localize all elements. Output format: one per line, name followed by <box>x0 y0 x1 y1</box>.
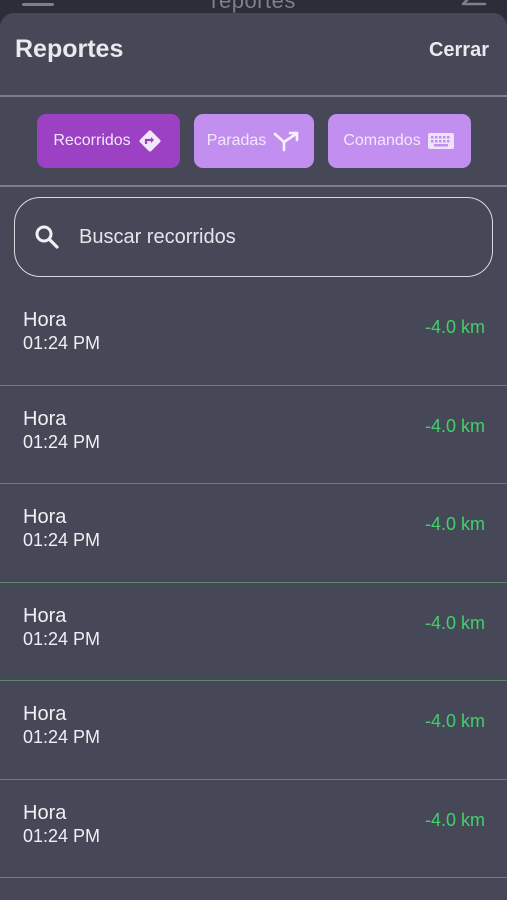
sheet-header: Reportes Cerrar <box>0 13 507 95</box>
header-divider <box>0 95 507 97</box>
directions-icon <box>139 130 161 152</box>
trip-distance: -4.0 km <box>424 415 485 436</box>
tab-comandos[interactable]: Comandos <box>327 114 471 168</box>
trip-distance: -4.0 km <box>424 317 485 337</box>
trip-distance: -4.0 km <box>424 612 485 633</box>
trip-row[interactable]: Hora 01:24 PM -4.0 km <box>0 484 507 583</box>
trip-time: 01:24 PM <box>23 628 101 649</box>
tabs-divider <box>0 185 507 187</box>
search-icon <box>35 225 59 249</box>
trip-distance: -4.0 km <box>424 514 485 534</box>
trip-list: Hora 01:24 PM -4.0 km Hora 01:24 PM -4.0… <box>0 287 507 878</box>
background-title: reportes <box>211 0 296 13</box>
trip-row[interactable]: Hora 01:24 PM -4.0 km <box>0 386 507 484</box>
trip-label: Hora <box>23 407 67 430</box>
trip-row[interactable]: Hora 01:24 PM -4.0 km <box>0 681 507 780</box>
tab-paradas[interactable]: Paradas <box>193 114 314 168</box>
trip-label: Hora <box>23 506 67 528</box>
trip-time: 01:24 PM <box>23 431 101 452</box>
tab-recorridos-label: Recorridos <box>53 132 131 149</box>
trip-row[interactable]: Hora 01:24 PM -4.0 km <box>0 780 507 878</box>
trip-row[interactable]: Hora 01:24 PM -4.0 km <box>0 583 507 681</box>
close-button[interactable]: Cerrar <box>429 39 489 62</box>
trip-time: 01:24 PM <box>23 530 101 550</box>
trip-distance: -4.0 km <box>424 711 485 731</box>
trip-time: 01:24 PM <box>23 825 101 846</box>
search-placeholder: Buscar recorridos <box>79 225 236 248</box>
trip-time: 01:24 PM <box>23 333 101 353</box>
tab-comandos-label: Comandos <box>343 132 421 149</box>
tab-paradas-label: Paradas <box>206 132 267 149</box>
trip-distance: -4.0 km <box>424 809 485 830</box>
report-tabs: Recorridos Paradas Comandos <box>0 97 507 185</box>
trip-label: Hora <box>23 604 67 627</box>
trip-label: Hora <box>23 801 67 824</box>
merge-icon <box>273 131 299 152</box>
trip-label: Hora <box>23 309 67 331</box>
search-container: Buscar recorridos <box>0 187 507 279</box>
reports-sheet: Reportes Cerrar Recorridos Paradas Coman… <box>0 13 507 900</box>
trip-row[interactable]: Hora 01:24 PM -4.0 km <box>0 287 507 386</box>
back-arrow-icon[interactable] <box>459 0 487 12</box>
sheet-title: Reportes <box>15 35 124 63</box>
search-input[interactable]: Buscar recorridos <box>14 197 493 277</box>
keyboard-icon <box>427 133 454 149</box>
trip-label: Hora <box>23 703 67 725</box>
tab-recorridos[interactable]: Recorridos <box>36 114 180 168</box>
trip-time: 01:24 PM <box>23 727 101 747</box>
